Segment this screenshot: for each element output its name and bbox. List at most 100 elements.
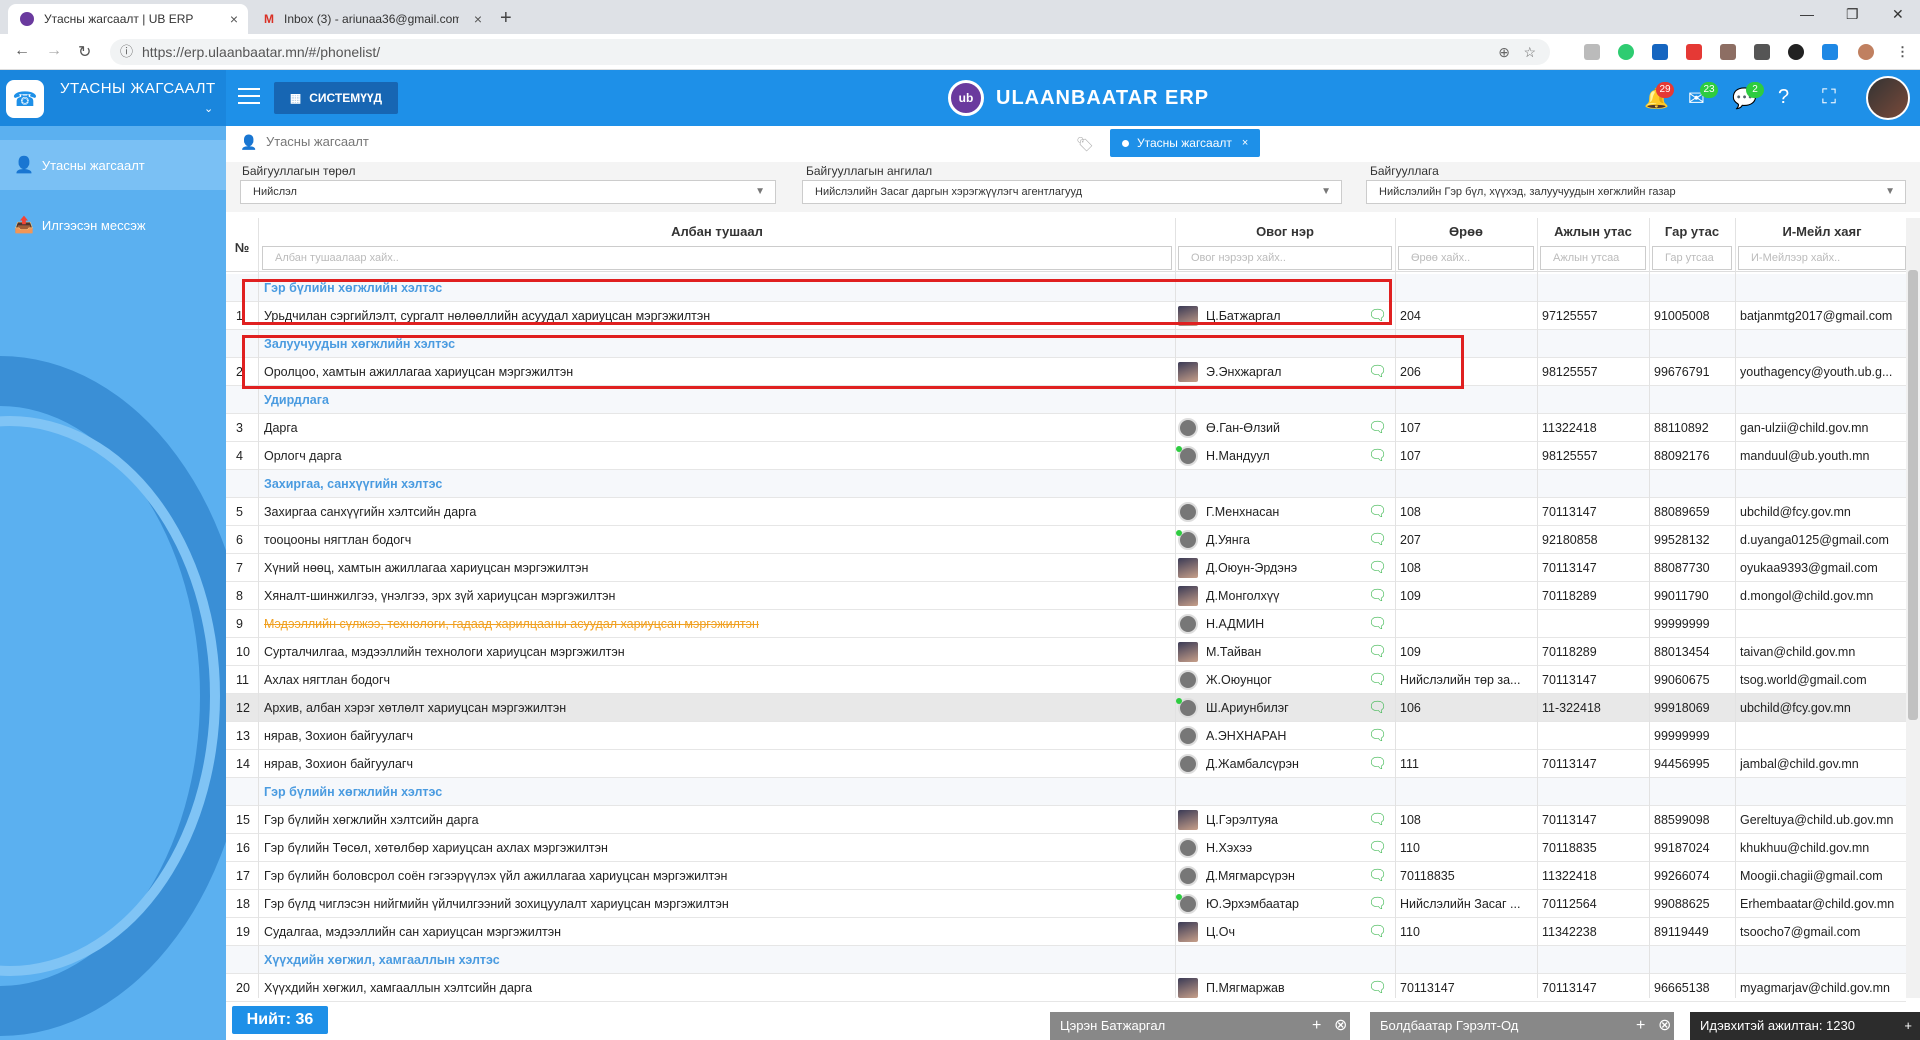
systems-button[interactable]: ▦ СИСТЕМҮҮД (274, 82, 398, 114)
minimize-icon[interactable]: — (1800, 6, 1814, 22)
chat-window-tab[interactable]: Цэрэн Батжаргал + ⊗ (1050, 1012, 1350, 1040)
chat-icon[interactable]: 🗨 (1368, 414, 1387, 442)
brand-logo[interactable]: ub ULAANBAATAR ERP (948, 80, 1209, 116)
url-field[interactable]: ⓘ https://erp.ulaanbaatar.mn/#/phonelist… (110, 39, 1550, 65)
close-circle-icon[interactable]: ⊗ (1334, 1012, 1347, 1040)
extension-icon[interactable] (1788, 44, 1804, 60)
scrollbar-thumb[interactable] (1908, 270, 1918, 720)
table-row[interactable]: 8 Хяналт-шинжилгээ, үнэлгээ, эрх зүй хари… (226, 582, 1906, 610)
org-select[interactable]: Нийслэлийн Гэр бүл, хүүхэд, залуучуудын … (1366, 180, 1906, 204)
maximize-icon[interactable]: ❐ (1846, 6, 1859, 23)
position-search-input[interactable]: Албан тушаалаар хайх.. (262, 246, 1172, 270)
table-row[interactable]: 15 Гэр бүлийн хөгжлийн хэлтсийн дарга Ц.Гэ… (226, 806, 1906, 834)
close-window-icon[interactable]: ✕ (1892, 6, 1904, 23)
chat-icon[interactable]: 🗨 (1368, 666, 1387, 694)
user-photo[interactable] (1178, 642, 1198, 662)
hamburger-menu-icon[interactable] (238, 88, 260, 106)
ub-avatar-icon[interactable] (1178, 670, 1198, 690)
sidebar-item-phonelist[interactable]: 👤 Утасны жагсаалт (0, 140, 226, 190)
help-icon[interactable]: ? (1778, 86, 1789, 109)
chat-window-tab[interactable]: Болдбаатар Гэрэлт-Од + ⊗ (1370, 1012, 1674, 1040)
chat-icon[interactable]: 🗨 (1368, 722, 1387, 750)
table-row[interactable]: 18 Гэр бүлд чиглэсэн нийгмийн үйлчилгээни… (226, 890, 1906, 918)
table-row[interactable]: 9 Мэдээллийн сүлжээ, технологи, гадаад ха… (226, 610, 1906, 638)
col-email[interactable]: И-Мейл хаяг (1736, 224, 1908, 239)
table-row[interactable]: 5 Захиргаа санхүүгийн хэлтсийн дарга Г.Мен… (226, 498, 1906, 526)
chat-icon[interactable]: 🗨 (1368, 526, 1387, 554)
col-mobile[interactable]: Гар утас (1650, 224, 1734, 239)
table-row[interactable]: 11 Ахлах нягтлан бодогч Ж.Оюунцог Нийслэлий… (226, 666, 1906, 694)
user-photo[interactable] (1178, 558, 1198, 578)
plus-icon[interactable]: + (1904, 1012, 1912, 1040)
table-row[interactable]: 3 Дарга Ө.Ган-Өлзий 107 11322418 88110892 gan-… (226, 414, 1906, 442)
user-photo[interactable] (1178, 810, 1198, 830)
chat-icon[interactable]: 🗨 (1368, 974, 1387, 1002)
user-photo[interactable] (1178, 978, 1198, 998)
chat-icon[interactable]: 🗨 (1368, 498, 1387, 526)
org-category-select[interactable]: Нийслэлийн Засаг даргын хэрэгжүүлэгч аге… (802, 180, 1342, 204)
chat-icon[interactable]: 🗨 (1368, 638, 1387, 666)
close-tab-icon[interactable]: × (230, 11, 238, 27)
chat-icon[interactable]: 🗨 (1368, 918, 1387, 946)
chat-icon[interactable]: 🗨 (1368, 694, 1387, 722)
col-work-phone[interactable]: Ажлын утас (1538, 224, 1648, 239)
bookmark-star-icon[interactable]: ☆ (1523, 39, 1536, 65)
user-photo[interactable] (1178, 922, 1198, 942)
table-row[interactable]: 14 нярав, Зохион байгуулагч Д.Жамбалсүрэн 1… (226, 750, 1906, 778)
back-icon[interactable]: ← (14, 42, 30, 60)
ub-avatar-icon[interactable] (1178, 754, 1198, 774)
room-search-input[interactable]: Өрөө хайх.. (1398, 246, 1534, 270)
plus-icon[interactable]: + (1312, 1012, 1321, 1040)
table-row[interactable]: 13 нярав, Зохион байгуулагч А.ЭНХНАРАН 9999… (226, 722, 1906, 750)
user-photo[interactable] (1178, 586, 1198, 606)
chat-icon[interactable]: 🗨 (1368, 862, 1387, 890)
grammarly-icon[interactable] (1618, 44, 1634, 60)
forward-icon[interactable]: → (46, 42, 62, 60)
work-phone-search-input[interactable]: Ажлын утсаа (1540, 246, 1646, 270)
ub-avatar-icon[interactable] (1178, 726, 1198, 746)
table-row[interactable]: 10 Сурталчилгаа, мэдээллийн технологи хар… (226, 638, 1906, 666)
chat-icon[interactable]: 🗨 (1368, 582, 1387, 610)
email-search-input[interactable]: И-Мейлээр хайх.. (1738, 246, 1906, 270)
ub-avatar-icon[interactable] (1178, 502, 1198, 522)
org-type-select[interactable]: Нийслэл ▼ (240, 180, 776, 204)
table-row[interactable]: 16 Гэр бүлийн Төсөл, хөтөлбөр хариуцсан а… (226, 834, 1906, 862)
new-tab-icon[interactable]: + (500, 7, 512, 30)
fullscreen-icon[interactable]: ⛶ (1822, 86, 1836, 109)
table-row[interactable]: 4 Орлогч дарга Н.Мандуул 107 98125557 8809217… (226, 442, 1906, 470)
menu-dots-icon[interactable]: ⋮ (1896, 44, 1912, 60)
chat-icon[interactable]: 🗨 (1368, 750, 1387, 778)
table-row[interactable]: 12 Архив, албан хэрэг хөтлөлт хариуцсан м… (226, 694, 1906, 722)
reload-icon[interactable]: ↻ (78, 42, 91, 62)
close-tab-icon[interactable]: × (474, 11, 482, 27)
close-circle-icon[interactable]: ⊗ (1658, 1012, 1671, 1040)
table-row[interactable]: 20 Хүүхдийн хөгжил, хамгааллын хэлтсийн д… (226, 974, 1906, 1002)
name-search-input[interactable]: Овог нэрээр хайх.. (1178, 246, 1392, 270)
ub-avatar-icon[interactable] (1178, 418, 1198, 438)
browser-tab-active[interactable]: Утасны жагсаалт | UB ERP × (8, 4, 248, 34)
extension-icon[interactable] (1720, 44, 1736, 60)
table-row[interactable]: 17 Гэр бүлийн боловсрол соён гэгээрүүлэх … (226, 862, 1906, 890)
browser-tab-gmail[interactable]: M Inbox (3) - ariunaa36@gmail.com × (252, 4, 492, 34)
profile-icon[interactable] (1858, 44, 1874, 60)
mail-extension-icon[interactable] (1686, 44, 1702, 60)
table-row[interactable]: 19 Судалгаа, мэдээллийн сан хариуцсан мэр… (226, 918, 1906, 946)
extension-new-icon[interactable] (1652, 44, 1668, 60)
ub-avatar-icon[interactable] (1178, 838, 1198, 858)
col-room[interactable]: Өрөө (1396, 224, 1536, 239)
zoom-icon[interactable]: ⊕ (1498, 39, 1510, 65)
chat-icon[interactable]: 🗨 (1368, 834, 1387, 862)
chevron-down-icon[interactable]: ⌄ (204, 102, 213, 115)
ub-avatar-icon[interactable] (1178, 614, 1198, 634)
extension-icon[interactable] (1584, 44, 1600, 60)
ub-avatar-icon[interactable] (1178, 866, 1198, 886)
chat-icon[interactable]: 🗨 (1368, 806, 1387, 834)
table-row[interactable]: 6 тооцооны нягтлан бодогч Д.Уянга 207 921808… (226, 526, 1906, 554)
camera-icon[interactable] (1754, 44, 1770, 60)
chat-icon[interactable]: 🗨 (1368, 442, 1387, 470)
close-chip-icon[interactable]: × (1242, 137, 1248, 149)
tab-chip-phonelist[interactable]: Утасны жагсаалт × (1110, 129, 1261, 157)
chat-icon[interactable]: 🗨 (1368, 610, 1387, 638)
extension-icon[interactable] (1822, 44, 1838, 60)
mobile-search-input[interactable]: Гар утсаа (1652, 246, 1732, 270)
